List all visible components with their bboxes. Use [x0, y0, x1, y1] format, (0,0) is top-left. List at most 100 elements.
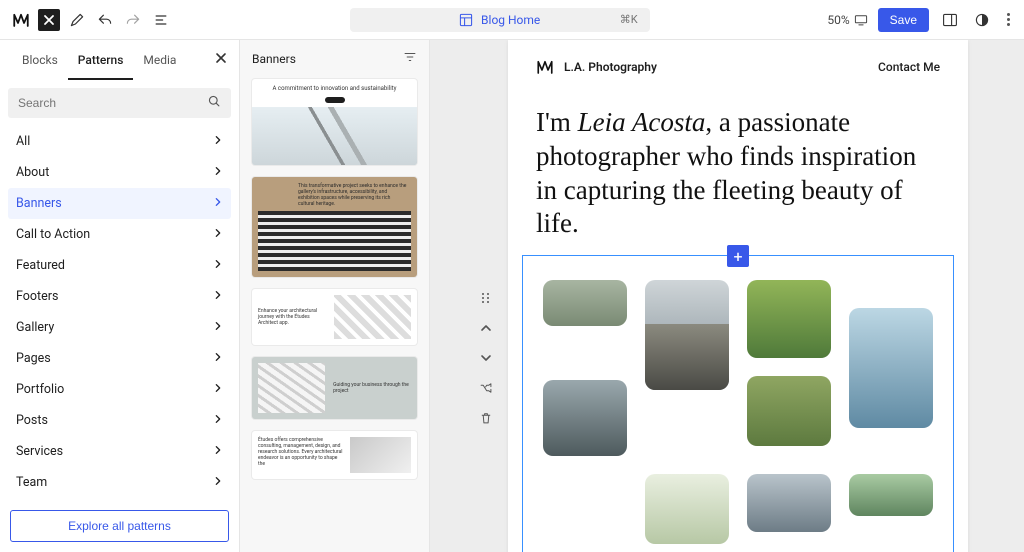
gallery-image[interactable] — [849, 308, 933, 428]
tab-media[interactable]: Media — [133, 40, 186, 80]
category-item-all[interactable]: All — [8, 126, 231, 157]
category-item-portfolio[interactable]: Portfolio — [8, 374, 231, 405]
pattern-card-title: A commitment to innovation and sustainab… — [252, 79, 417, 95]
explore-patterns-button[interactable]: Explore all patterns — [10, 510, 229, 542]
kbd-hint: ⌘K — [620, 13, 638, 26]
nav-contact-link[interactable]: Contact Me — [878, 60, 940, 74]
list-icon — [153, 12, 169, 28]
category-label: Banners — [16, 196, 62, 211]
inserter-sidebar: Blocks Patterns Media AllAbout Banners Cal… — [0, 40, 240, 552]
pattern-card-text: This transformative project seeks to enh… — [258, 183, 411, 211]
gallery-image[interactable] — [543, 280, 627, 326]
zoom-control[interactable]: 50% — [827, 13, 867, 27]
gallery-image[interactable] — [747, 376, 831, 446]
pattern-card-image — [350, 437, 411, 473]
close-inserter-button[interactable] — [38, 9, 60, 31]
patterns-heading-row: Banners — [240, 40, 429, 73]
trash-icon — [479, 411, 493, 425]
save-button[interactable]: Save — [878, 8, 929, 32]
move-down-button[interactable] — [478, 350, 494, 366]
delete-block-button[interactable] — [478, 410, 494, 426]
document-switcher[interactable]: Blog Home ⌘K — [350, 8, 650, 32]
selected-gallery-block[interactable]: + — [522, 255, 954, 552]
gallery-image[interactable] — [645, 474, 729, 544]
pattern-card[interactable]: A commitment to innovation and sustainab… — [252, 79, 417, 165]
zoom-value: 50% — [827, 13, 849, 27]
move-up-button[interactable] — [478, 320, 494, 336]
pattern-card[interactable]: Études offers comprehensive consulting, … — [252, 431, 417, 479]
chevron-right-icon — [213, 475, 223, 490]
undo-icon — [97, 12, 113, 28]
drag-icon — [480, 292, 492, 304]
editor-body: Blocks Patterns Media AllAbout Banners Cal… — [0, 40, 1024, 552]
pattern-card[interactable]: Enhance your architectural journey with … — [252, 289, 417, 345]
chevron-down-icon — [480, 352, 492, 364]
edit-tool-button[interactable] — [66, 9, 88, 31]
gallery-image[interactable] — [747, 474, 831, 532]
close-inserter-x[interactable] — [215, 52, 227, 68]
patterns-heading: Banners — [252, 52, 296, 66]
close-icon — [43, 14, 55, 26]
category-item-pages[interactable]: Pages — [8, 343, 231, 374]
filter-icon — [403, 50, 417, 64]
editor-canvas: L.A. Photography Contact Me I'm Leia Aco… — [430, 40, 1024, 552]
device-icon — [854, 13, 868, 27]
top-right-tools: 50% Save — [827, 8, 1014, 32]
explore-wrap: Explore all patterns — [0, 500, 239, 552]
category-label: Services — [16, 444, 63, 459]
category-item-banners[interactable]: Banners — [8, 188, 231, 219]
category-item-posts[interactable]: Posts — [8, 405, 231, 436]
category-item-services[interactable]: Services — [8, 436, 231, 467]
drag-handle[interactable] — [478, 290, 494, 306]
category-label: Footers — [16, 289, 58, 304]
gallery-image[interactable] — [645, 280, 729, 390]
search-input[interactable] — [18, 96, 207, 110]
gallery-masonry — [543, 280, 933, 544]
category-item-about[interactable]: About — [8, 157, 231, 188]
app-logo[interactable] — [10, 9, 32, 31]
gallery-image[interactable] — [543, 380, 627, 456]
site-brand[interactable]: L.A. Photography — [536, 58, 657, 76]
search-icon — [207, 94, 221, 112]
pattern-card-image — [258, 211, 411, 271]
hero-prefix: I'm — [536, 107, 578, 137]
tab-blocks[interactable]: Blocks — [12, 40, 68, 80]
pattern-card[interactable]: This transformative project seeks to enh… — [252, 177, 417, 277]
pattern-card[interactable]: Guiding your business through the projec… — [252, 357, 417, 419]
search-box[interactable] — [8, 88, 231, 118]
contrast-toggle-button[interactable] — [971, 9, 993, 31]
patterns-filter-button[interactable] — [403, 50, 417, 67]
category-label: Featured — [16, 258, 65, 273]
chevron-right-icon — [213, 258, 223, 273]
patterns-preview-column: Banners A commitment to innovation and s… — [240, 40, 430, 552]
category-item-gallery[interactable]: Gallery — [8, 312, 231, 343]
logo-glyph-icon — [12, 11, 30, 29]
pencil-icon — [69, 12, 85, 28]
redo-button[interactable] — [122, 9, 144, 31]
category-item-team[interactable]: Team — [8, 467, 231, 498]
more-menu-button[interactable] — [1003, 9, 1014, 30]
page-preview[interactable]: L.A. Photography Contact Me I'm Leia Aco… — [508, 40, 968, 552]
top-toolbar: Blog Home ⌘K 50% Save — [0, 0, 1024, 40]
category-item-featured[interactable]: Featured — [8, 250, 231, 281]
undo-button[interactable] — [94, 9, 116, 31]
close-icon — [215, 52, 227, 64]
document-outline-button[interactable] — [150, 9, 172, 31]
add-block-button[interactable]: + — [727, 245, 749, 267]
toggle-sidebar-button[interactable] — [939, 9, 961, 31]
gallery-image[interactable] — [747, 280, 831, 358]
hero-text[interactable]: I'm Leia Acosta, a passionate photograph… — [508, 86, 968, 251]
category-item-footers[interactable]: Footers — [8, 281, 231, 312]
contrast-icon — [974, 12, 990, 28]
pattern-category-list: AllAbout Banners Call to Action Featured Foo… — [0, 126, 239, 500]
category-item-call-to-action[interactable]: Call to Action — [8, 219, 231, 250]
chevron-right-icon — [213, 320, 223, 335]
gallery-image[interactable] — [849, 474, 933, 516]
site-title: L.A. Photography — [564, 60, 657, 74]
redo-icon — [125, 12, 141, 28]
pattern-card-image — [252, 107, 417, 165]
tab-patterns[interactable]: Patterns — [68, 40, 134, 80]
block-side-tools — [478, 290, 494, 426]
shuffle-button[interactable] — [478, 380, 494, 396]
chevron-right-icon — [213, 351, 223, 366]
